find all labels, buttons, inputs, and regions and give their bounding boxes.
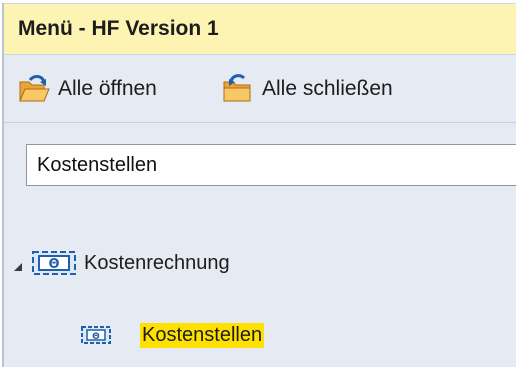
tree-node-kostenstellen[interactable]: Θ Kostenstellen	[80, 318, 265, 352]
expanded-triangle-icon[interactable]	[14, 263, 22, 271]
close-all-label: Alle schließen	[262, 77, 393, 100]
panel-title: Menü - HF Version 1	[18, 17, 219, 40]
cost-center-icon: Θ	[81, 326, 111, 344]
toolbar: Alle öffnen Alle schließen	[4, 55, 516, 123]
open-all-button[interactable]: Alle öffnen	[18, 73, 157, 105]
close-all-button[interactable]: Alle schließen	[222, 73, 393, 105]
close-folder-icon	[223, 74, 251, 102]
open-folder-icon	[19, 75, 50, 102]
svg-text:Θ: Θ	[92, 332, 100, 342]
title-bar: Menü - HF Version 1	[4, 3, 516, 55]
svg-text:Θ: Θ	[48, 257, 59, 272]
search-input[interactable]	[26, 144, 516, 186]
open-all-label: Alle öffnen	[58, 77, 157, 100]
tree-node-label: Kostenrechnung	[84, 251, 230, 274]
cost-accounting-icon: Θ	[32, 251, 76, 275]
tree-node-label-highlighted: Kostenstellen	[140, 322, 265, 348]
tree-node-kostenrechnung[interactable]: Θ Kostenrechnung	[14, 246, 230, 280]
